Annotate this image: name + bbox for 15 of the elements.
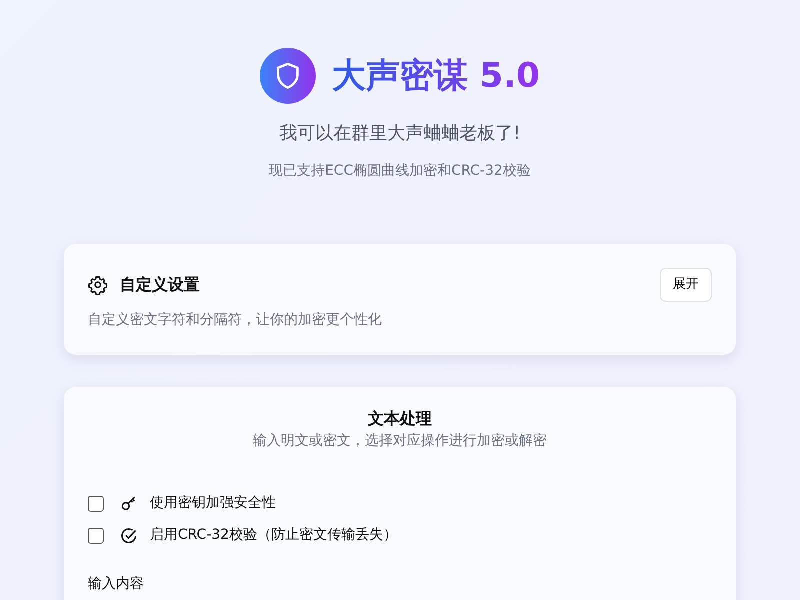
settings-icon xyxy=(88,274,108,295)
check-circle-icon xyxy=(120,526,138,544)
feature-note: 现已支持ECC椭圆曲线加密和CRC-32校验 xyxy=(269,162,531,181)
tagline: 我可以在群里大声蛐蛐老板了! xyxy=(279,122,521,146)
settings-title: 自定义设置 xyxy=(120,274,200,296)
section-subtitle: 输入明文或密文，选择对应操作进行加密或解密 xyxy=(252,432,548,450)
checkbox[interactable] xyxy=(88,528,104,544)
input-label: 输入内容 xyxy=(88,574,145,594)
settings-description: 自定义密文字符和分隔符，让你的加密更个性化 xyxy=(88,310,383,330)
key-icon xyxy=(120,494,138,512)
expand-button[interactable]: 展开 xyxy=(660,268,712,302)
option-label: 使用密钥加强安全性 xyxy=(150,494,276,513)
checkbox[interactable] xyxy=(88,496,104,512)
section-title: 文本处理 xyxy=(367,408,433,430)
option-label: 启用CRC-32校验（防止密文传输丢失） xyxy=(150,526,398,545)
